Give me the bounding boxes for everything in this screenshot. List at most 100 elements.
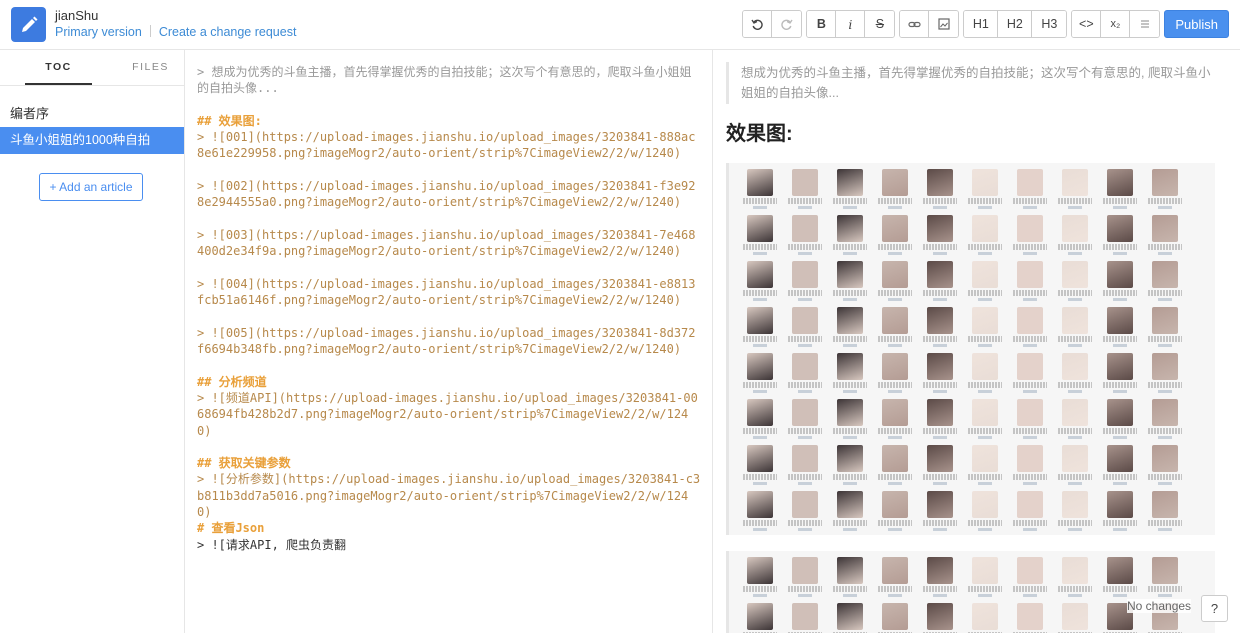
- thumbnail-caption-line: [833, 244, 867, 250]
- thumbnail-caption-line: [1013, 382, 1047, 388]
- subscript-button[interactable]: x₂: [1101, 11, 1131, 37]
- thumbnail-cell: [1144, 399, 1186, 445]
- image-button[interactable]: [929, 11, 959, 37]
- thumbnail-size-line: [753, 436, 767, 439]
- editor-blank-line: [197, 162, 702, 178]
- italic-button[interactable]: i: [836, 11, 866, 37]
- strikethrough-button[interactable]: S: [865, 11, 895, 37]
- thumbnail-caption-line: [833, 586, 867, 592]
- undo-icon: [751, 19, 763, 30]
- thumbnail-cell: [874, 445, 916, 491]
- thumbnail-cell: [1099, 445, 1141, 491]
- add-article-button[interactable]: + Add an article: [39, 173, 143, 201]
- primary-version-link[interactable]: Primary version: [55, 25, 142, 39]
- bold-button[interactable]: B: [807, 11, 837, 37]
- undo-button[interactable]: [743, 11, 773, 37]
- link-button[interactable]: [900, 11, 930, 37]
- thumbnail-size-line: [1158, 594, 1172, 597]
- thumbnail-cell: [874, 169, 916, 215]
- thumbnail-size-line: [843, 206, 857, 209]
- thumbnail-cell: [739, 353, 781, 399]
- thumbnail-size-line: [888, 390, 902, 393]
- thumbnail-caption-line: [878, 586, 912, 592]
- thumbnail-size-line: [888, 482, 902, 485]
- markdown-editor[interactable]: > 想成为优秀的斗鱼主播，首先得掌握优秀的自拍技能；这次写个有意思的，爬取斗鱼小…: [185, 50, 712, 633]
- thumbnail-caption-line: [743, 382, 777, 388]
- thumbnail-size-line: [753, 344, 767, 347]
- thumbnail-caption-line: [1103, 520, 1137, 526]
- thumbnail-image: [882, 353, 908, 380]
- thumbnail-size-line: [798, 298, 812, 301]
- editor-heading-line: ## 获取关键参数: [197, 456, 291, 471]
- thumbnail-size-line: [978, 482, 992, 485]
- thumbnail-image: [792, 445, 818, 472]
- sidebar-group-title[interactable]: 编者序: [0, 86, 184, 127]
- thumbnail-cell: [874, 261, 916, 307]
- thumbnail-cell: [964, 445, 1006, 491]
- thumbnail-cell: [1099, 399, 1141, 445]
- thumbnail-cell: [964, 603, 1006, 633]
- thumbnail-image: [747, 491, 773, 518]
- thumbnail-cell: [1054, 603, 1096, 633]
- thumbnail-caption-line: [1103, 290, 1137, 296]
- publish-button[interactable]: Publish: [1164, 10, 1229, 38]
- thumbnail-image: [927, 557, 953, 584]
- thumbnail-cell: [1099, 215, 1141, 261]
- thumbnail-cell: [1099, 169, 1141, 215]
- thumbnail-cell: [784, 603, 826, 633]
- thumbnail-caption-line: [743, 244, 777, 250]
- thumbnail-image: [1062, 169, 1088, 196]
- thumbnail-cell: [919, 491, 961, 537]
- code-button[interactable]: <>: [1072, 11, 1102, 37]
- thumbnail-image: [1107, 445, 1133, 472]
- image-icon: [938, 18, 950, 30]
- thumbnail-size-line: [1068, 528, 1082, 531]
- h2-button[interactable]: H2: [998, 11, 1033, 37]
- thumbnail-image: [1152, 169, 1178, 196]
- thumbnail-image: [972, 399, 998, 426]
- redo-button[interactable]: [772, 11, 802, 37]
- thumbnail-cell: [964, 399, 1006, 445]
- thumbnail-image: [927, 215, 953, 242]
- thumbnail-caption-line: [923, 474, 957, 480]
- tab-toc[interactable]: TOC: [25, 50, 92, 85]
- thumbnail-caption-line: [1103, 586, 1137, 592]
- thumbnail-cell: [1009, 603, 1051, 633]
- h1-button[interactable]: H1: [964, 11, 999, 37]
- editor-blank-line: [197, 97, 702, 113]
- thumbnail-cell: [739, 215, 781, 261]
- sidebar-item-article[interactable]: 斗鱼小姐姐的1000种自拍: [0, 127, 184, 154]
- preview-image-grid: [726, 163, 1215, 535]
- thumbnail-cell: [1054, 353, 1096, 399]
- h3-button[interactable]: H3: [1032, 11, 1067, 37]
- divider: [149, 25, 151, 37]
- thumbnail-size-line: [1068, 344, 1082, 347]
- thumbnail-caption-line: [968, 198, 1002, 204]
- thumbnail-size-line: [933, 298, 947, 301]
- help-button[interactable]: ?: [1201, 595, 1228, 622]
- thumbnail-caption-line: [878, 428, 912, 434]
- version-links: Primary version Create a change request: [55, 25, 296, 39]
- thumbnail-cell: [1054, 399, 1096, 445]
- thumbnail-image: [1152, 261, 1178, 288]
- sidebar: TOC FILES 编者序 斗鱼小姐姐的1000种自拍 + Add an art…: [0, 50, 185, 633]
- thumbnail-caption-line: [833, 428, 867, 434]
- thumbnail-size-line: [1068, 206, 1082, 209]
- thumbnail-cell: [1099, 261, 1141, 307]
- thumbnail-image: [837, 353, 863, 380]
- preview-toggle-button[interactable]: [1130, 11, 1160, 37]
- editor-line: > 想成为优秀的斗鱼主播，首先得掌握优秀的自拍技能；这次写个有意思的，爬取斗鱼小…: [197, 65, 692, 96]
- thumbnail-size-line: [1113, 206, 1127, 209]
- thumbnail-caption-line: [878, 244, 912, 250]
- thumbnail-caption-line: [743, 520, 777, 526]
- thumbnail-size-line: [1158, 252, 1172, 255]
- thumbnail-cell: [919, 261, 961, 307]
- thumbnail-image: [972, 353, 998, 380]
- thumbnail-caption-line: [833, 198, 867, 204]
- thumbnail-caption-line: [743, 290, 777, 296]
- change-request-link[interactable]: Create a change request: [159, 25, 297, 39]
- thumbnail-size-line: [798, 436, 812, 439]
- tab-files[interactable]: FILES: [117, 50, 184, 85]
- thumbnail-image: [837, 169, 863, 196]
- thumbnail-cell: [1144, 557, 1186, 603]
